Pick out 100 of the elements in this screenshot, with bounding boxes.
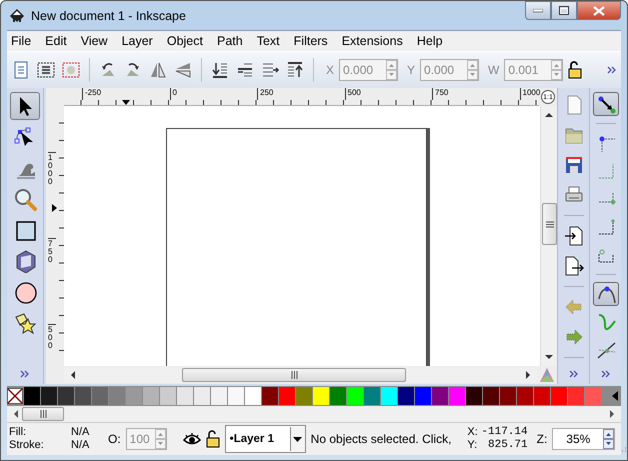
eye-icon[interactable] <box>182 432 201 446</box>
spin-arrows-icon[interactable] <box>603 429 614 449</box>
unlocked-padlock-icon[interactable] <box>206 430 220 448</box>
color-swatch[interactable] <box>58 387 74 405</box>
more-chevron-icon[interactable] <box>20 370 30 378</box>
cursor-x-value: -117.14 <box>481 426 528 439</box>
snap-toggle-button[interactable] <box>592 282 618 306</box>
raise-to-top-icon[interactable] <box>285 60 305 80</box>
select-all-icon[interactable] <box>36 60 56 80</box>
zoom-field[interactable]: 35% <box>552 428 616 450</box>
palette-scrollbar[interactable] <box>7 406 621 422</box>
scroll-left-icon[interactable] <box>13 410 18 418</box>
color-swatch[interactable] <box>449 387 465 405</box>
color-swatch[interactable] <box>75 387 91 405</box>
opacity-label: O: <box>108 432 121 446</box>
color-swatch[interactable] <box>296 387 312 405</box>
menu-item[interactable]: Text <box>256 34 280 48</box>
coordinate-label: W <box>488 63 500 77</box>
menu-item[interactable]: Layer <box>122 34 153 48</box>
color-swatch[interactable] <box>279 387 295 405</box>
color-swatch[interactable] <box>415 387 431 405</box>
color-swatch[interactable] <box>228 387 244 405</box>
menu-item[interactable]: Path <box>217 34 243 48</box>
export-icon[interactable] <box>562 255 584 277</box>
grip-icon <box>40 410 46 418</box>
color-swatch[interactable] <box>245 387 261 405</box>
app-logo-icon <box>9 8 25 24</box>
menu-item[interactable]: File <box>11 34 32 48</box>
ruler-label: 1000 <box>48 152 56 186</box>
color-swatch[interactable] <box>41 387 57 405</box>
color-swatch[interactable] <box>585 387 601 405</box>
color-swatch[interactable] <box>126 387 142 405</box>
menu-item[interactable]: Help <box>416 34 443 48</box>
layer-dropdown[interactable]: •Layer 1 <box>224 425 306 453</box>
flip-horizontal-icon[interactable] <box>148 60 168 80</box>
stroke-label: Stroke: <box>9 439 45 452</box>
scroll-right-icon[interactable] <box>610 410 615 418</box>
ruler-label: 1000 <box>520 88 540 100</box>
no-paint-swatch[interactable] <box>7 387 23 405</box>
cursor-x-label: X: <box>467 426 479 439</box>
grip-icon <box>290 371 298 379</box>
star-icon <box>13 311 37 335</box>
close-button[interactable] <box>577 1 621 20</box>
color-swatch[interactable] <box>364 387 380 405</box>
menu-item[interactable]: Edit <box>45 34 67 48</box>
unlocked-padlock-icon[interactable] <box>568 61 582 79</box>
dropdown-arrow-icon <box>293 436 302 442</box>
scrollbar-thumb[interactable] <box>542 203 557 245</box>
lower-to-bottom-icon[interactable] <box>210 60 230 80</box>
color-swatch[interactable] <box>313 387 329 405</box>
menu-item[interactable]: Object <box>166 34 203 48</box>
tool-button[interactable] <box>10 92 40 120</box>
scroll-left-icon[interactable] <box>612 391 618 401</box>
scroll-left-icon[interactable] <box>70 371 75 379</box>
color-swatch[interactable] <box>177 387 193 405</box>
color-swatch[interactable] <box>194 387 210 405</box>
scrollbar-thumb[interactable] <box>22 407 64 421</box>
color-swatch[interactable] <box>330 387 346 405</box>
color-swatch[interactable] <box>568 387 584 405</box>
color-swatch[interactable] <box>398 387 414 405</box>
scroll-up-icon[interactable] <box>545 112 553 117</box>
menu-item[interactable]: Filters <box>294 34 328 48</box>
window-title: New document 1 - Inkscape <box>31 8 186 22</box>
color-wheel-icon[interactable] <box>539 367 555 383</box>
snap-toggle-button[interactable] <box>592 92 618 116</box>
color-swatch[interactable] <box>160 387 176 405</box>
vertical-scrollbar[interactable] <box>540 106 557 366</box>
minimize-button[interactable] <box>525 1 551 20</box>
color-swatch[interactable] <box>551 387 567 405</box>
color-swatch[interactable] <box>211 387 227 405</box>
maximize-icon <box>559 6 569 15</box>
color-swatch[interactable] <box>347 387 363 405</box>
color-swatch[interactable] <box>381 387 397 405</box>
color-swatch[interactable] <box>483 387 499 405</box>
menu-item[interactable]: Extensions <box>342 34 403 48</box>
color-swatch[interactable] <box>517 387 533 405</box>
color-swatch[interactable] <box>109 387 125 405</box>
flip-vertical-icon[interactable] <box>173 60 193 80</box>
color-swatch[interactable] <box>534 387 550 405</box>
maximize-button[interactable] <box>551 1 577 20</box>
ruler-label: 500 <box>344 88 361 100</box>
color-swatch[interactable] <box>24 387 40 405</box>
menu-item[interactable]: View <box>80 34 108 48</box>
dashed-frame-icon[interactable] <box>61 60 81 80</box>
scroll-down-icon[interactable] <box>545 355 553 360</box>
more-chevron-icon[interactable] <box>607 66 617 74</box>
more-chevron-icon[interactable] <box>568 370 578 378</box>
import-icon[interactable] <box>562 225 584 247</box>
scrollbar-thumb[interactable] <box>182 368 406 382</box>
color-swatch[interactable] <box>500 387 516 405</box>
grip-icon <box>546 220 554 228</box>
color-swatch[interactable] <box>432 387 448 405</box>
color-swatch[interactable] <box>262 387 278 405</box>
color-swatch[interactable] <box>143 387 159 405</box>
zoom-icon <box>13 187 37 211</box>
more-chevron-icon[interactable] <box>600 370 610 378</box>
color-swatch[interactable] <box>92 387 108 405</box>
color-swatch[interactable] <box>466 387 482 405</box>
cursor-y-label: Y: <box>467 439 478 452</box>
scroll-right-icon[interactable] <box>526 371 531 379</box>
